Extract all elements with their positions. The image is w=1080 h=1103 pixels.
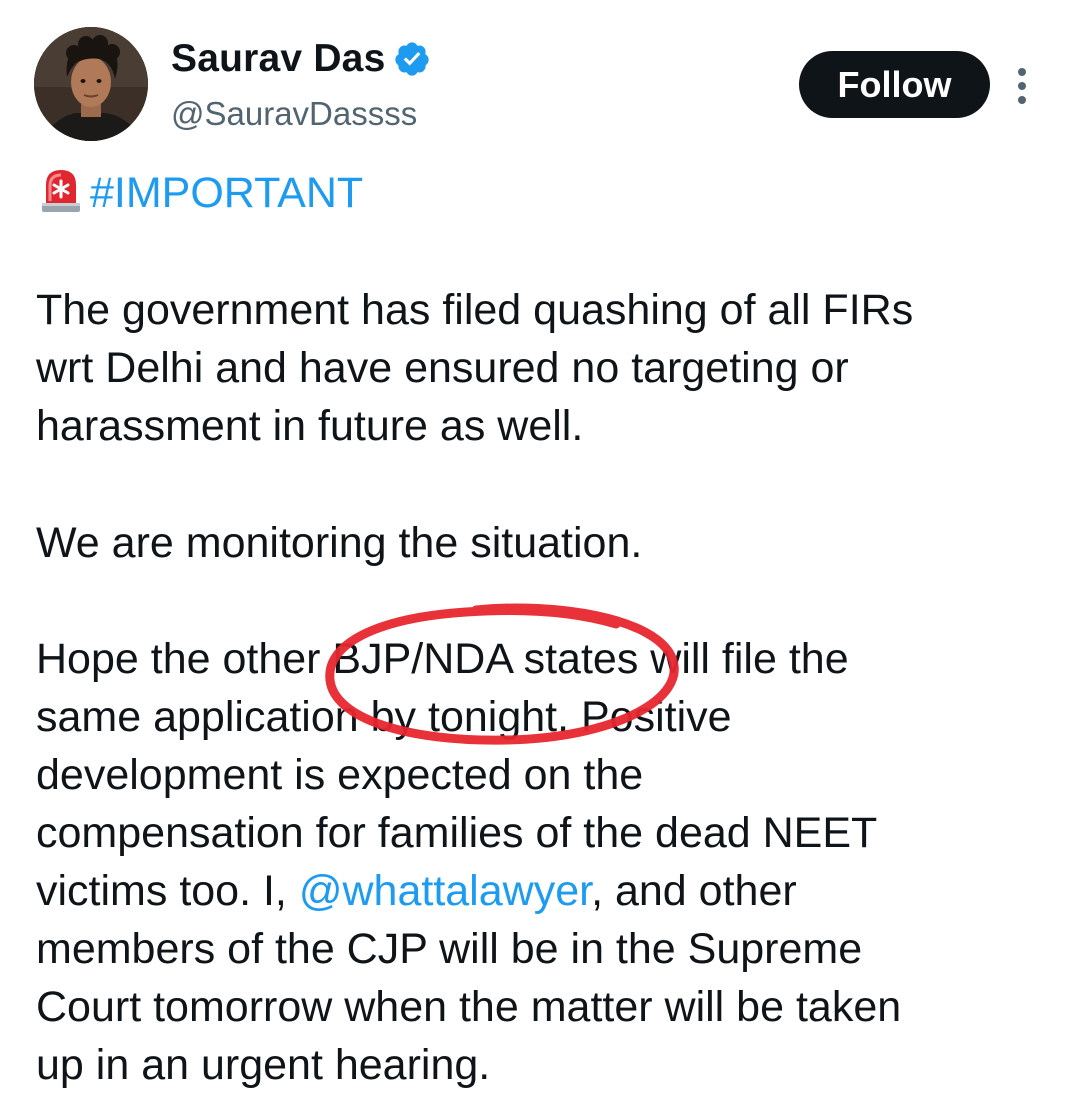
hashtag-important-link[interactable]: #IMPORTANT	[90, 169, 363, 217]
paragraph2-line1: We are monitoring the situation.	[36, 519, 643, 567]
siren-emoji-icon	[36, 165, 86, 215]
paragraph3-line5-after: , and other	[591, 867, 797, 915]
paragraph3-line2: same application by tonight. Positive	[36, 693, 732, 741]
hashtag-line: #IMPORTANT	[36, 164, 363, 222]
paragraph3-line6: members of the CJP will be in the Suprem…	[36, 925, 863, 973]
paragraph1-line1: The government has filed quashing of all…	[36, 286, 914, 334]
avatar[interactable]	[34, 27, 148, 141]
author-handle[interactable]: @SauravDassss	[171, 95, 417, 133]
paragraph3-line7: Court tomorrow when the matter will be t…	[36, 983, 902, 1031]
paragraph3-line3: development is expected on the	[36, 751, 644, 799]
author-display-name[interactable]: Saurav Das	[171, 37, 385, 81]
paragraph3-line8: up in an urgent hearing.	[36, 1041, 491, 1089]
follow-button[interactable]: Follow	[799, 51, 990, 118]
paragraph1-line3: harassment in future as well.	[36, 402, 584, 450]
author-name-row[interactable]: Saurav Das	[171, 34, 431, 84]
paragraph3-line1: Hope the other BJP/NDA states will file …	[36, 635, 849, 683]
paragraph3-line4: compensation for families of the dead NE…	[36, 809, 878, 857]
paragraph1-line2: wrt Delhi and have ensured no targeting …	[36, 344, 849, 392]
mention-whattalawyer-link[interactable]: @whattalawyer	[299, 867, 591, 915]
more-vertical-icon[interactable]	[1010, 66, 1034, 106]
paragraph3-line5: victims too. I, @whattalawyer, and other	[36, 862, 797, 920]
paragraph3-line5-before: victims too. I,	[36, 867, 299, 915]
verified-badge-icon	[393, 40, 431, 78]
avatar-image	[34, 27, 148, 141]
